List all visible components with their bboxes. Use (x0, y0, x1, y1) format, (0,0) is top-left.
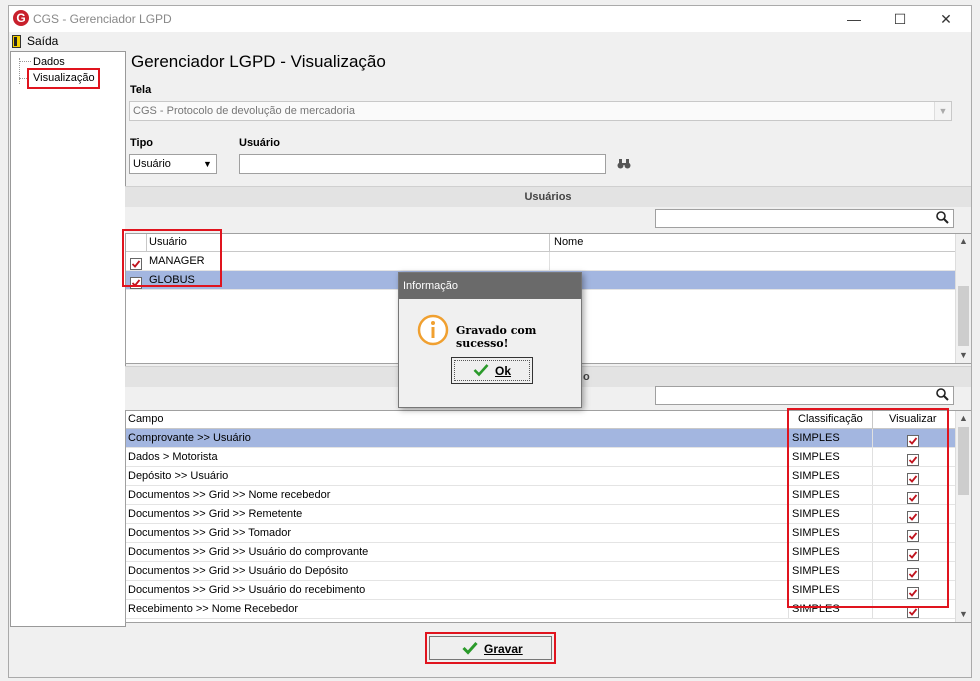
cell-campo: Documentos >> Grid >> Tomador (128, 527, 292, 539)
tree-item-dados[interactable]: Dados (33, 56, 65, 68)
maximize-button[interactable]: ☐ (877, 6, 923, 32)
tipo-label: Tipo (130, 137, 154, 149)
tela-select[interactable]: CGS - Protocolo de devolução de mercador… (129, 101, 952, 121)
campos-section-title: o (583, 371, 590, 383)
scrollbar-thumb[interactable] (958, 286, 969, 346)
cell-campo: Comprovante >> Usuário (128, 432, 251, 444)
usuarios-search-input[interactable] (655, 209, 954, 228)
binoculars-icon[interactable] (617, 159, 631, 172)
close-button[interactable]: ✕ (923, 6, 969, 32)
tipo-select-value: Usuário (133, 158, 171, 170)
scroll-down-icon[interactable]: ▼ (956, 609, 971, 619)
column-header-campo[interactable]: Campo (128, 411, 163, 428)
classificacao-visualizar-highlight (787, 408, 949, 608)
page-title: Gerenciador LGPD - Visualização (131, 52, 386, 71)
cell-campo: Documentos >> Grid >> Usuário do recebim… (128, 584, 366, 596)
app-logo-icon: G (13, 10, 29, 26)
tela-label: Tela (130, 84, 152, 96)
check-icon (462, 641, 478, 658)
scroll-down-icon[interactable]: ▼ (956, 350, 971, 360)
dialog-title: Informação (403, 280, 459, 292)
table-row[interactable]: MANAGER (126, 252, 955, 271)
tela-select-value: CGS - Protocolo de devolução de mercador… (133, 105, 355, 117)
window-title: CGS - Gerenciador LGPD (33, 12, 172, 26)
gravar-button[interactable]: Gravar (429, 636, 552, 660)
navigation-tree: Dados Visualização (10, 51, 126, 627)
tree-connector (19, 61, 31, 62)
chevron-down-icon[interactable]: ▼ (934, 102, 951, 120)
dialog-title-bar: Informação (399, 273, 581, 299)
menu-bar: Saída (9, 32, 971, 52)
search-icon[interactable] (936, 211, 949, 227)
tree-item-visualizacao[interactable]: Visualização (33, 72, 95, 84)
search-icon[interactable] (936, 388, 949, 404)
usuarios-scrollbar[interactable]: ▲ ▼ (955, 234, 971, 363)
exit-icon (12, 35, 21, 48)
usuarios-section-header: Usuários (125, 186, 971, 207)
tree-connector (19, 78, 27, 79)
tipo-select[interactable]: Usuário ▼ (129, 154, 217, 174)
column-header-nome[interactable]: Nome (554, 234, 583, 251)
scroll-up-icon[interactable]: ▲ (956, 236, 971, 246)
ok-button-label: Ok (495, 364, 512, 378)
usuarios-grid-header: Usuário Nome (126, 234, 955, 252)
campos-scrollbar[interactable]: ▲ ▼ (955, 411, 971, 622)
dialog-message: Gravado com sucesso! (456, 324, 537, 350)
cell-campo: Documentos >> Grid >> Nome recebedor (128, 489, 331, 501)
scrollbar-thumb[interactable] (958, 427, 969, 495)
check-icon (473, 363, 489, 380)
ok-button[interactable]: Ok (451, 357, 533, 384)
campos-search-input[interactable] (655, 386, 954, 405)
gravar-button-label: Gravar (484, 642, 523, 656)
cell-campo: Dados > Motorista (128, 451, 218, 463)
chevron-down-icon[interactable]: ▼ (200, 156, 215, 172)
cell-campo: Documentos >> Grid >> Usuário do Depósit… (128, 565, 349, 577)
info-icon (417, 314, 449, 349)
menu-saida[interactable]: Saída (27, 34, 58, 48)
cell-campo: Documentos >> Grid >> Remetente (128, 508, 303, 520)
usuario-filter-label: Usuário (239, 137, 280, 149)
info-dialog: Informação Gravado com sucesso! Ok (398, 272, 582, 408)
focus-outline (454, 360, 530, 381)
scroll-up-icon[interactable]: ▲ (956, 413, 971, 423)
column-divider (549, 252, 550, 270)
usuarios-checked-highlight (122, 229, 222, 287)
usuario-filter-input[interactable] (239, 154, 606, 174)
cell-campo: Recebimento >> Nome Recebedor (128, 603, 298, 615)
minimize-button[interactable]: — (831, 6, 877, 32)
title-bar: G CGS - Gerenciador LGPD — ☐ ✕ (9, 6, 971, 32)
column-divider (549, 234, 550, 251)
cell-campo: Depósito >> Usuário (128, 470, 229, 482)
cell-campo: Documentos >> Grid >> Usuário do comprov… (128, 546, 369, 558)
